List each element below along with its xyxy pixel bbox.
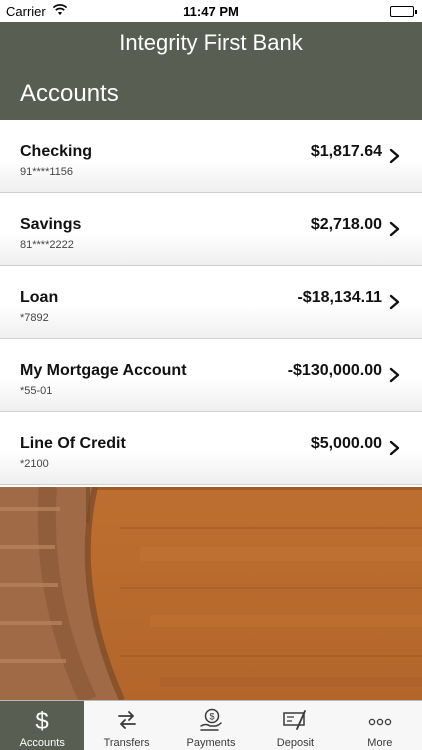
tab-deposit[interactable]: Deposit: [253, 701, 337, 750]
more-dots-icon: [368, 718, 392, 726]
account-row-savings[interactable]: Savings 81****2222 $2,718.00: [0, 193, 422, 266]
tab-label: Deposit: [276, 737, 315, 749]
account-name: My Mortgage Account: [20, 362, 187, 379]
account-name: Line Of Credit: [20, 435, 126, 452]
tab-label: Accounts: [19, 737, 65, 749]
chevron-right-icon: [389, 148, 400, 164]
account-number: 91****1156: [20, 166, 74, 178]
check-deposit-icon: [283, 710, 307, 730]
chevron-right-icon: [389, 294, 400, 310]
account-balance: -$130,000.00: [287, 362, 382, 379]
wood-background-image: [0, 487, 422, 700]
tab-payments[interactable]: $ Payments: [169, 701, 253, 750]
chevron-right-icon: [389, 440, 400, 456]
account-balance: -$18,134.11: [297, 289, 382, 306]
svg-text:$: $: [36, 708, 49, 733]
account-row-loan[interactable]: Loan *7892 -$18,134.11: [0, 266, 422, 339]
dollar-icon: $: [36, 708, 49, 733]
payment-hand-icon: $: [200, 708, 222, 731]
section-title: Accounts: [20, 80, 119, 107]
account-number: 81****2222: [20, 239, 74, 251]
account-name: Savings: [20, 216, 82, 233]
tab-transfers[interactable]: Transfers: [84, 701, 168, 750]
navigation-bar: Integrity First Bank: [0, 22, 422, 66]
tab-more[interactable]: More: [338, 701, 422, 750]
tab-label: More: [367, 737, 393, 749]
chevron-right-icon: [389, 367, 400, 383]
section-header: Accounts: [0, 66, 422, 120]
account-number: *7892: [20, 312, 49, 324]
account-balance: $1,817.64: [310, 143, 382, 160]
account-number: *55-01: [20, 385, 53, 397]
account-name: Loan: [20, 289, 59, 306]
account-balance: $5,000.00: [310, 435, 382, 452]
account-balance: $2,718.00: [310, 216, 382, 233]
battery-icon: [390, 6, 417, 17]
account-row-line-of-credit[interactable]: Line Of Credit *2100 $5,000.00: [0, 412, 422, 485]
svg-text:$: $: [210, 712, 215, 722]
app-title: Integrity First Bank: [119, 30, 303, 55]
tab-label: Payments: [186, 737, 236, 749]
account-number: *2100: [20, 458, 49, 470]
account-name: Checking: [20, 143, 93, 160]
account-row-checking[interactable]: Checking 91****1156 $1,817.64: [0, 120, 422, 193]
status-bar: Carrier 11:47 PM: [0, 0, 422, 22]
transfer-arrows-icon: [117, 711, 136, 729]
chevron-right-icon: [389, 221, 400, 237]
tab-accounts[interactable]: $ Accounts: [0, 701, 85, 750]
tab-label: Transfers: [103, 737, 150, 749]
tab-bar: $ Accounts Transfers $ Payments Deposit: [0, 700, 422, 750]
status-time: 11:47 PM: [183, 4, 239, 19]
account-row-mortgage[interactable]: My Mortgage Account *55-01 -$130,000.00: [0, 339, 422, 412]
account-list: Checking 91****1156 $1,817.64 Savings 81…: [0, 120, 422, 485]
